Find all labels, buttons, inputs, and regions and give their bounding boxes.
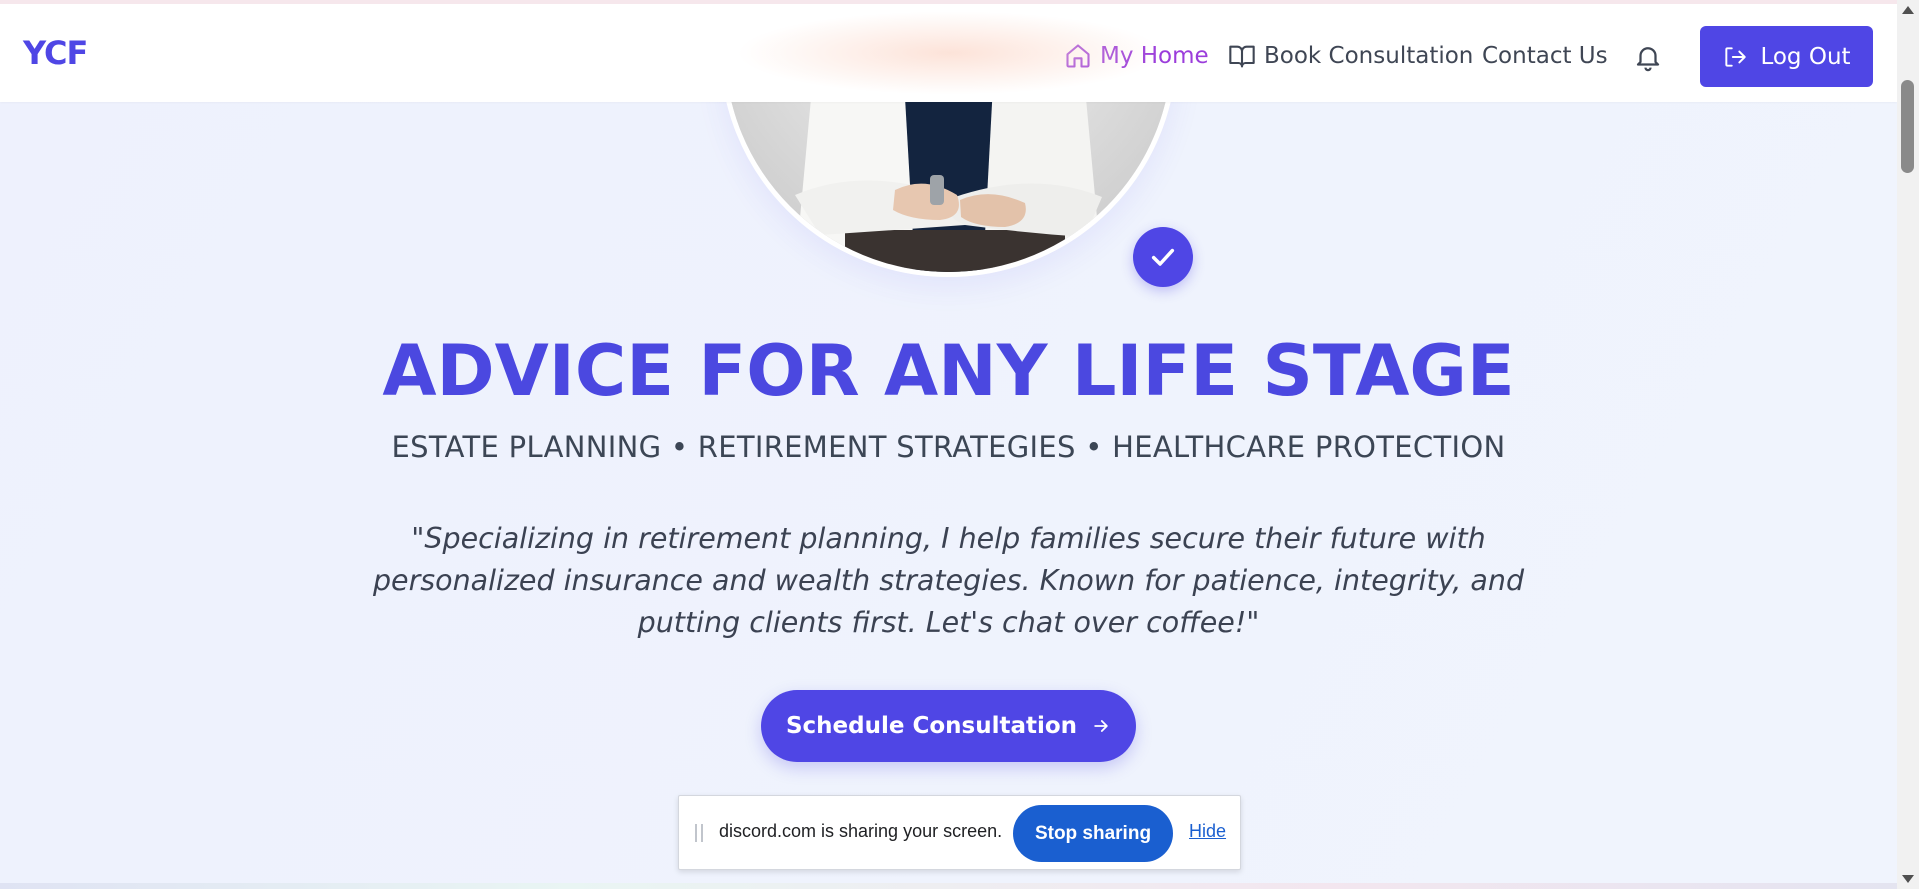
drag-handle[interactable] <box>695 824 703 842</box>
page: ADVICE FOR ANY LIFE STAGE ESTATE PLANNIN… <box>0 0 1897 889</box>
schedule-consultation-button[interactable]: Schedule Consultation <box>761 690 1136 762</box>
nav-book-consultation[interactable]: Book Consultation <box>1228 36 1473 76</box>
site-header: YCF My Home Book Consultation Contact Us… <box>0 4 1897 102</box>
bottom-border <box>0 883 1897 889</box>
check-icon <box>1151 248 1175 266</box>
book-icon <box>1229 45 1255 68</box>
stop-sharing-button[interactable]: Stop sharing <box>1013 805 1173 862</box>
screen-share-bar: discord.com is sharing your screen. Stop… <box>678 795 1241 870</box>
nav-my-home[interactable]: My Home <box>1064 36 1209 76</box>
hero-services: ESTATE PLANNING • RETIREMENT STRATEGIES … <box>391 430 1506 464</box>
site-logo[interactable]: YCF <box>23 34 88 72</box>
schedule-consultation-label: Schedule Consultation <box>785 713 1078 739</box>
scroll-up-arrow[interactable] <box>1902 6 1914 14</box>
log-out-button[interactable]: Log Out <box>1700 26 1873 87</box>
hero-headline: ADVICE FOR ANY LIFE STAGE <box>382 330 1515 412</box>
logout-icon <box>1725 46 1747 67</box>
nav-book-consultation-label: Book Consultation <box>1264 43 1474 69</box>
nav-contact-us[interactable]: Contact Us <box>1482 36 1608 76</box>
bell-icon[interactable] <box>1633 40 1663 74</box>
nav-contact-us-label: Contact Us <box>1482 43 1608 69</box>
top-border <box>0 0 1897 4</box>
home-icon <box>1066 44 1090 68</box>
page-scrollbar[interactable] <box>1897 0 1919 889</box>
advisor-quote: "Specializing in retirement planning, I … <box>372 522 1525 639</box>
screen-share-message: discord.com is sharing your screen. <box>719 821 1003 841</box>
verified-badge <box>1133 227 1193 287</box>
scroll-down-arrow[interactable] <box>1902 875 1914 883</box>
hide-link[interactable]: Hide <box>1189 821 1226 842</box>
scroll-thumb[interactable] <box>1901 80 1914 173</box>
log-out-label: Log Out <box>1760 43 1851 70</box>
nav-my-home-label: My Home <box>1100 43 1209 69</box>
arrow-right-icon <box>1094 720 1108 732</box>
